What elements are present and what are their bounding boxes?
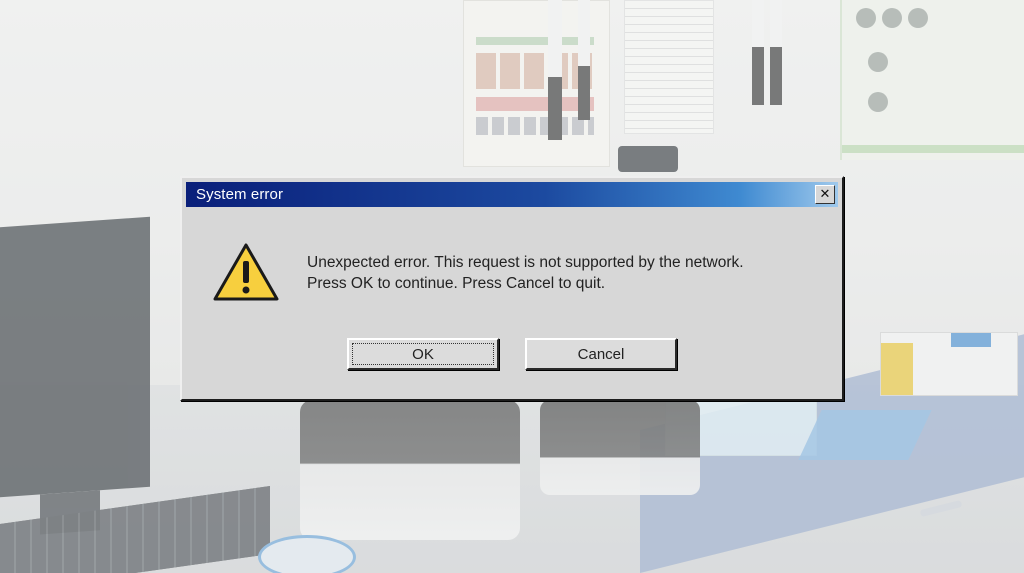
focus-outline <box>352 343 494 365</box>
dialog-title: System error <box>196 186 284 203</box>
close-icon: ✕ <box>819 187 831 202</box>
cancel-button-label: Cancel <box>577 345 625 363</box>
error-message-line-1: Unexpected error. This request is not su… <box>307 254 744 271</box>
cancel-button[interactable]: Cancel <box>525 338 677 370</box>
warning-triangle-icon <box>213 243 279 301</box>
error-message: Unexpected error. This request is not su… <box>307 252 807 294</box>
dialog-titlebar[interactable]: System error ✕ <box>186 182 838 207</box>
ok-button[interactable]: OK <box>347 338 499 370</box>
error-message-line-2: Press OK to continue. Press Cancel to qu… <box>307 275 606 292</box>
close-button[interactable]: ✕ <box>815 185 835 204</box>
system-error-dialog: System error ✕ Unexpected error. This re… <box>180 176 844 401</box>
